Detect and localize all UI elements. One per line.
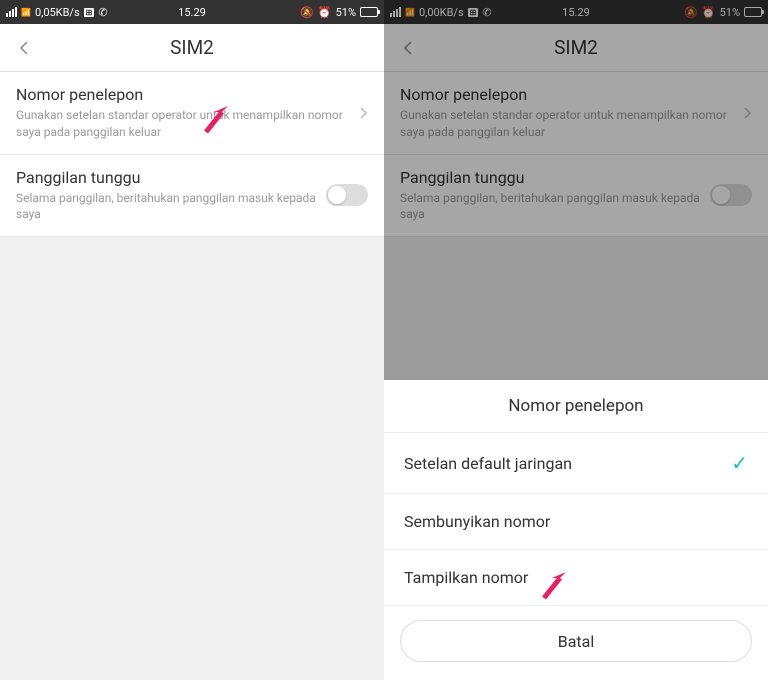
chevron-left-icon [16, 40, 32, 56]
cancel-button[interactable]: Batal [400, 620, 752, 662]
toggle-knob [328, 186, 346, 204]
check-icon: ✓ [731, 451, 748, 475]
dialog-footer: Batal [384, 606, 768, 680]
sim-icon: 📶 [21, 8, 31, 17]
battery-pct: 51% [336, 6, 356, 19]
call-waiting-title: Panggilan tunggu [16, 168, 326, 187]
battery-icon [360, 7, 378, 17]
page-title: SIM2 [170, 36, 214, 59]
option-label: Sembunyikan nomor [404, 512, 550, 531]
caller-id-dialog: Nomor penelepon Setelan default jaringan… [384, 380, 768, 680]
silent-icon: 🔕 [300, 6, 314, 19]
option-label: Setelan default jaringan [404, 454, 572, 473]
dialog-title: Nomor penelepon [384, 380, 768, 433]
caller-id-title: Nomor penelepon [16, 85, 358, 104]
settings-content: Nomor penelepon Gunakan setelan standar … [0, 72, 384, 237]
data-speed: 0,05KB/s [35, 6, 80, 19]
signal-icon [6, 7, 17, 17]
back-button[interactable] [10, 34, 38, 62]
cancel-label: Batal [558, 632, 595, 651]
option-label: Tampilkan nomor [404, 568, 528, 587]
screen-settings: 📶 0,05KB/s ⊞ ✆ 15.29 🔕 ⏰ 51% SIM2 Nomor … [0, 0, 384, 680]
clock: 15.29 [178, 6, 206, 19]
screen-dialog: 📶 0,00KB/s ⊞ ✆ 15.29 🔕 ⏰ 51% SIM2 Nomor … [384, 0, 768, 680]
option-network-default[interactable]: Setelan default jaringan ✓ [384, 433, 768, 494]
option-show-number[interactable]: Tampilkan nomor [384, 550, 768, 606]
call-waiting-item[interactable]: Panggilan tunggu Selama panggilan, berit… [0, 155, 384, 238]
caller-id-item[interactable]: Nomor penelepon Gunakan setelan standar … [0, 72, 384, 155]
header: SIM2 [0, 24, 384, 72]
call-waiting-subtitle: Selama panggilan, beritahukan panggilan … [16, 190, 326, 224]
call-waiting-toggle[interactable] [326, 184, 368, 206]
whatsapp-icon: ✆ [98, 6, 107, 19]
status-bar: 📶 0,05KB/s ⊞ ✆ 15.29 🔕 ⏰ 51% [0, 0, 384, 24]
bbm-icon: ⊞ [84, 8, 95, 17]
caller-id-subtitle: Gunakan setelan standar operator untuk m… [16, 107, 358, 141]
alarm-icon: ⏰ [318, 6, 332, 19]
chevron-right-icon [358, 108, 368, 118]
option-hide-number[interactable]: Sembunyikan nomor [384, 494, 768, 550]
